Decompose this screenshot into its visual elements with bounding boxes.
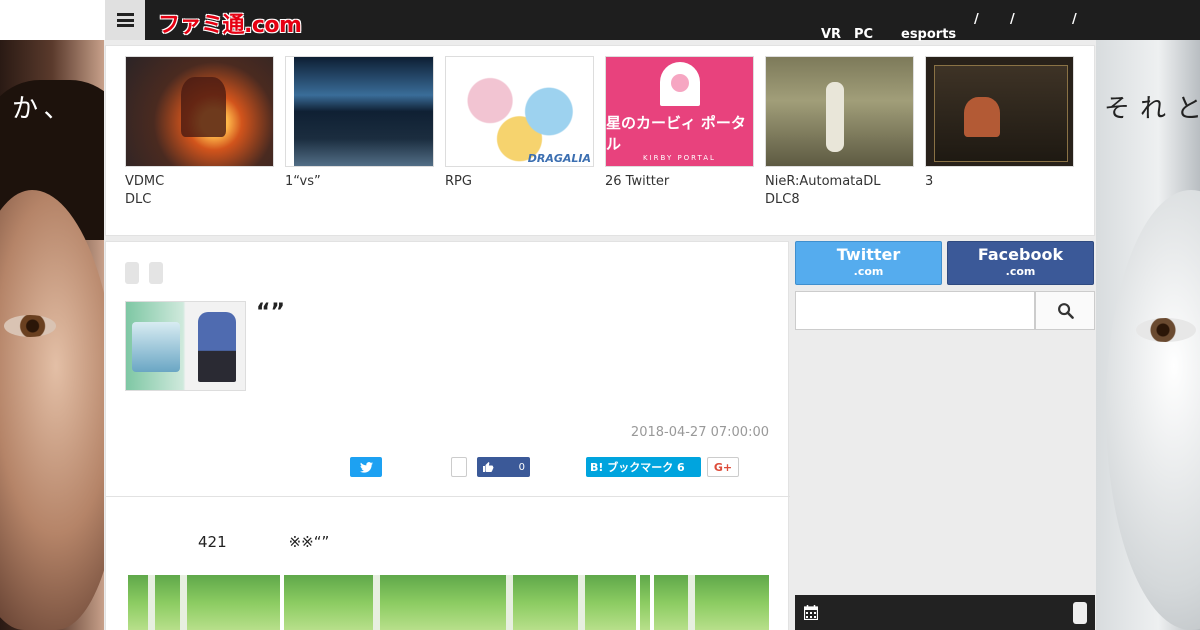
article-hero-image (128, 575, 769, 630)
carousel-thumbnail[interactable] (765, 56, 914, 167)
background-art-left (0, 40, 104, 630)
background-art-right (1096, 40, 1200, 630)
nav-item-vr[interactable]: VR (821, 27, 841, 42)
nav-separator: / (1072, 12, 1077, 27)
article-body-text: 421 ※※“” (198, 533, 330, 551)
carousel-thumbnail[interactable]: 星のカービィ ポータル KIRBY PORTAL (605, 56, 754, 167)
sidebar: Twitter .com Facebook .com (793, 241, 1095, 630)
carousel-caption[interactable]: VDMC DLC (125, 173, 275, 209)
background-text-right: それと (1104, 94, 1200, 124)
nav-item-pc[interactable]: PC (854, 27, 873, 42)
carousel-card[interactable]: 1“vs” (285, 56, 435, 191)
calendar-toggle[interactable] (1073, 602, 1087, 624)
nav-item-esports[interactable]: esports (901, 27, 956, 42)
carousel-caption[interactable]: 3 (925, 173, 1075, 191)
facebook-count-bubble (451, 457, 467, 477)
facebook-follow-button[interactable]: Facebook .com (947, 241, 1094, 285)
carousel-caption[interactable]: 26 Twitter (605, 173, 755, 191)
menu-icon (116, 13, 134, 27)
twitter-icon (359, 461, 373, 473)
carousel-thumbnail[interactable] (285, 56, 434, 167)
carousel-thumbnail[interactable]: DRAGALIA (445, 56, 594, 167)
google-plus-button[interactable]: G+ (707, 457, 739, 477)
carousel-thumbnail[interactable] (925, 56, 1074, 167)
calendar-icon[interactable] (804, 605, 818, 620)
site-header: ファミ通.com VR PC esports / / / (0, 0, 1200, 42)
article-title[interactable]: “” (256, 300, 285, 325)
carousel-card[interactable]: DRAGALIA RPG (445, 56, 595, 191)
carousel-caption[interactable]: NieR:AutomataDL DLC8 (765, 173, 915, 209)
article-card: “” 2018-04-27 07:00:00 0 B! ブックマーク 6 G+ … (105, 241, 790, 630)
article-date: 2018-04-27 07:00:00 (630, 425, 769, 440)
article-divider (106, 496, 790, 497)
carousel-thumbnail[interactable] (125, 56, 274, 167)
search-input[interactable] (795, 291, 1035, 330)
carousel-card[interactable]: NieR:AutomataDL DLC8 (765, 56, 915, 209)
category-tag[interactable] (125, 262, 139, 284)
article-thumbnail[interactable] (125, 301, 246, 391)
carousel-card[interactable]: 星のカービィ ポータル KIRBY PORTAL 26 Twitter (605, 56, 755, 191)
hatena-bookmark-button[interactable]: B! ブックマーク 6 (586, 457, 701, 477)
thumbs-up-icon (483, 462, 494, 472)
category-tag[interactable] (149, 262, 163, 284)
facebook-like-count: 0 (518, 461, 525, 473)
menu-button[interactable] (105, 0, 145, 40)
search-icon (1057, 303, 1074, 319)
thumbnail-subtitle: KIRBY PORTAL (643, 153, 716, 162)
carousel-card[interactable]: VDMC DLC (125, 56, 275, 209)
featured-carousel: VDMC DLC 1“vs” DRAGALIA RPG 星のカービィ ポータル K… (105, 45, 1095, 236)
thumbnail-logo-text: DRAGALIA (527, 152, 591, 165)
carousel-caption[interactable]: RPG (445, 173, 595, 191)
twitter-share-button[interactable] (350, 457, 382, 477)
facebook-like-button[interactable]: 0 (477, 457, 530, 477)
site-logo[interactable]: ファミ通.com (158, 7, 302, 39)
search-button[interactable] (1035, 291, 1095, 330)
calendar-bar (795, 595, 1095, 630)
nav-separator: / (974, 12, 979, 27)
nav-separator: / (1010, 12, 1015, 27)
twitter-follow-button[interactable]: Twitter .com (795, 241, 942, 285)
thumbnail-title: 星のカービィ ポータル (606, 113, 746, 153)
background-text-left: か、 (12, 94, 76, 124)
carousel-caption[interactable]: 1“vs” (285, 173, 435, 191)
kirby-door-icon (659, 61, 700, 106)
carousel-card[interactable]: 3 (925, 56, 1075, 191)
